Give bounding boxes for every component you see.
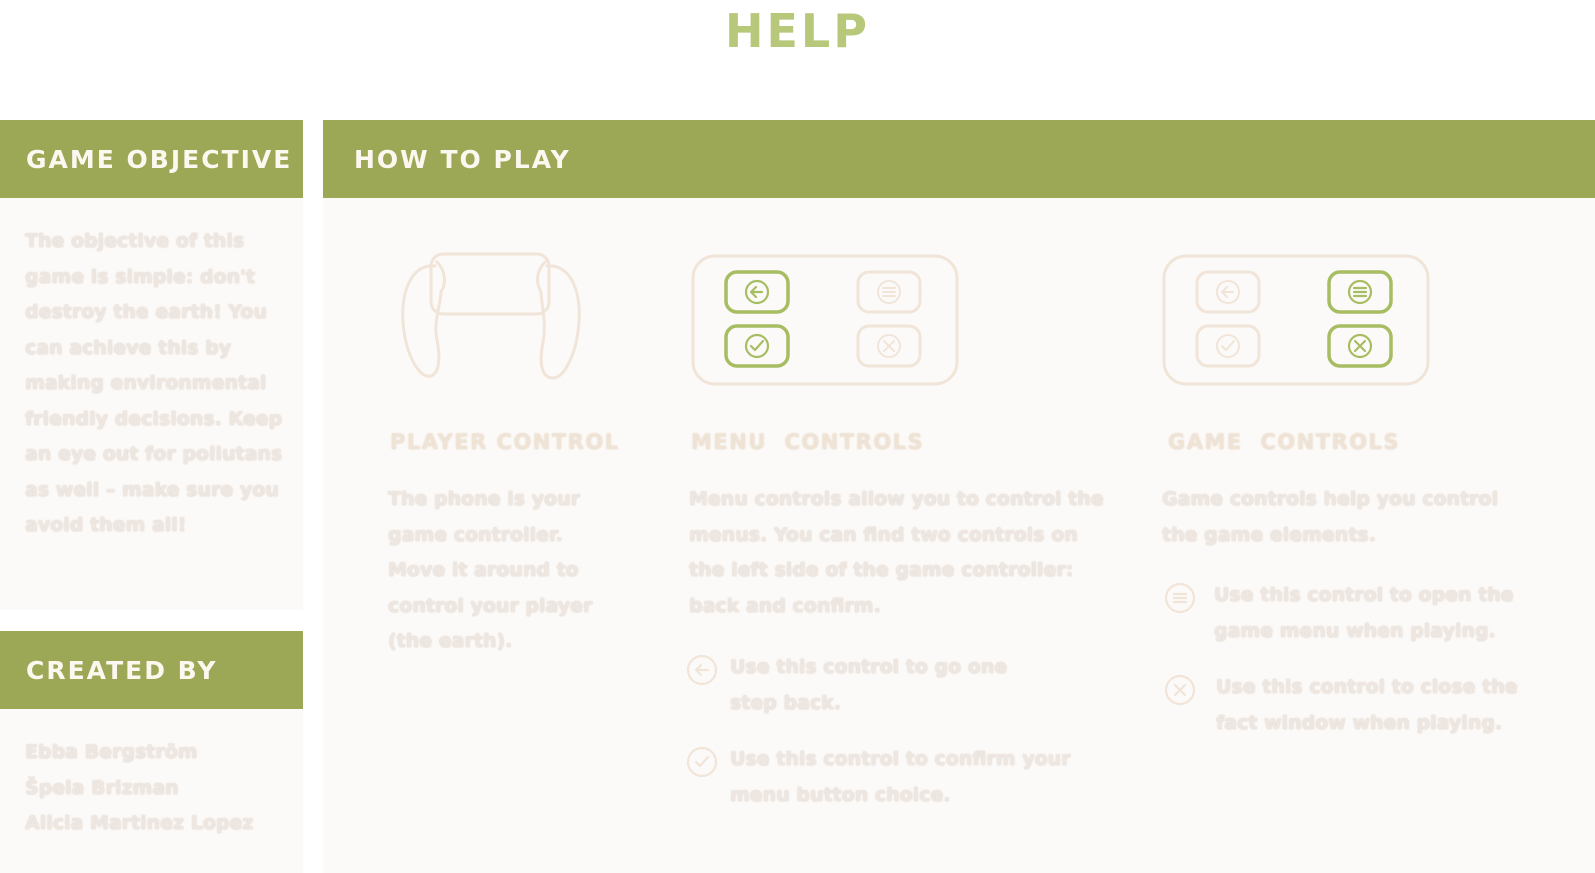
game-control-close-item: Use this control to close the fact windo… [1164, 670, 1584, 741]
menu-controls-text: Menu controls allow you to control the m… [689, 488, 1104, 617]
menu-controls-heading: MENU CONTROLS [691, 430, 925, 454]
game-controls-text: Game controls help you control the game … [1162, 488, 1499, 546]
how-to-play-header: HOW TO PLAY [323, 120, 1595, 198]
game-control-close-text: Use this control to close the fact windo… [1216, 676, 1518, 734]
menu-controller-icon [691, 254, 959, 386]
credit-name: Alicia Martinez Lopez [25, 812, 254, 834]
credits-heading: CREATED BY [26, 655, 218, 685]
back-arrow-icon [686, 654, 718, 686]
player-control-text: The phone is your game controller. Move … [388, 488, 593, 652]
credit-name: Ebba Bergström [25, 741, 198, 763]
phone-hands-icon [401, 252, 581, 380]
game-controller-icon [1162, 254, 1430, 386]
credits-names: Ebba Bergström Špela Brizman Alicia Mart… [25, 735, 295, 842]
player-control-heading: PLAYER CONTROL [390, 430, 620, 454]
menu-control-back-item: Use this control to go one step back. [686, 650, 1106, 721]
game-controls-heading: GAME CONTROLS [1168, 430, 1401, 454]
confirm-check-icon [686, 746, 718, 778]
credit-name: Špela Brizman [25, 776, 179, 799]
objective-header: GAME OBJECTIVE [0, 120, 303, 198]
menu-lines-icon [1164, 582, 1196, 614]
credits-header: CREATED BY [0, 631, 303, 709]
page-title: HELP [725, 4, 870, 58]
objective-panel: The objective of this game is simple: do… [0, 198, 303, 610]
menu-control-confirm-item: Use this control to confirm your menu bu… [686, 742, 1106, 813]
menu-control-back-text: Use this control to go one step back. [730, 656, 1008, 714]
how-to-play-panel: PLAYER CONTROL MENU CONTROLS GAME CONTRO… [323, 198, 1595, 873]
game-control-menu-text: Use this control to open the game menu w… [1214, 584, 1514, 642]
menu-control-confirm-text: Use this control to confirm your menu bu… [730, 748, 1071, 806]
close-x-icon [1164, 674, 1196, 706]
credits-panel: Ebba Bergström Špela Brizman Alicia Mart… [0, 709, 303, 873]
objective-heading: GAME OBJECTIVE [26, 144, 293, 174]
objective-text: The objective of this game is simple: do… [25, 230, 283, 536]
game-control-menu-item: Use this control to open the game menu w… [1164, 578, 1584, 649]
how-to-play-heading: HOW TO PLAY [354, 144, 571, 174]
